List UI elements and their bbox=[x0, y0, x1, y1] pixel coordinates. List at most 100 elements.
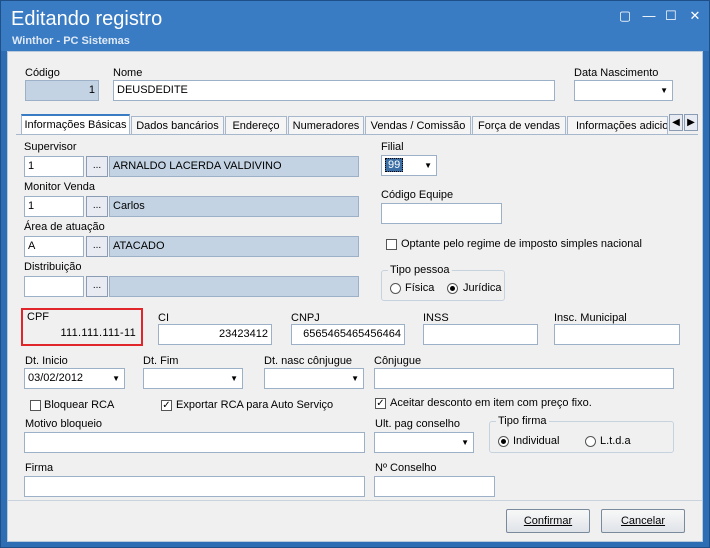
filial-label: Filial bbox=[381, 141, 404, 153]
individual-radio[interactable] bbox=[498, 436, 509, 447]
codigo-label: Código bbox=[25, 67, 60, 79]
conjugue-field[interactable] bbox=[374, 368, 674, 389]
supervisor-lookup-button[interactable]: ... bbox=[86, 156, 108, 177]
dialog-window: Editando registro Winthor - PC Sistemas … bbox=[0, 0, 710, 548]
dt-fim-picker[interactable]: ▼ bbox=[143, 368, 243, 389]
supervisor-code-field[interactable]: 1 bbox=[24, 156, 84, 177]
cpf-label: CPF bbox=[27, 311, 49, 323]
supervisor-name-field: ARNALDO LACERDA VALDIVINO bbox=[109, 156, 359, 177]
tab-scroll-right-icon[interactable]: ▶ bbox=[684, 114, 698, 131]
distribuicao-lookup-button[interactable]: ... bbox=[86, 276, 108, 297]
dt-inicio-value: 03/02/2012 bbox=[28, 372, 84, 384]
area-code-field[interactable]: A bbox=[24, 236, 84, 257]
exportar-rca-checkbox[interactable]: ✓ bbox=[161, 400, 172, 411]
codigo-field[interactable]: 1 bbox=[25, 80, 99, 101]
restore-icon[interactable]: ▢ bbox=[617, 9, 633, 23]
bloquear-rca-label: Bloquear RCA bbox=[44, 399, 115, 411]
dt-inicio-label: Dt. Inicio bbox=[25, 355, 68, 367]
distribuicao-label: Distribuição bbox=[24, 261, 82, 273]
codigo-equipe-label: Código Equipe bbox=[381, 189, 454, 201]
dialog-body: Código 1 Nome DEUSDEDITE Data Nascimento… bbox=[7, 51, 703, 542]
monitor-name-field: Carlos bbox=[109, 196, 359, 217]
tab-endereco[interactable]: Endereço bbox=[225, 116, 287, 136]
footer-divider bbox=[8, 500, 702, 501]
tipo-pessoa-label: Tipo pessoa bbox=[388, 264, 452, 276]
ci-field[interactable]: 23423412 bbox=[158, 324, 272, 345]
minimize-icon[interactable]: — bbox=[641, 9, 657, 23]
distribuicao-name-field bbox=[109, 276, 359, 297]
juridica-radio[interactable] bbox=[447, 283, 458, 294]
data-nascimento-label: Data Nascimento bbox=[574, 67, 659, 79]
monitor-venda-label: Monitor Venda bbox=[24, 181, 95, 193]
cnpj-field[interactable]: 6565465465456464 bbox=[291, 324, 405, 345]
cnpj-label: CNPJ bbox=[291, 312, 320, 324]
confirmar-button-label: Confirmar bbox=[523, 515, 573, 527]
individual-label: Individual bbox=[513, 435, 560, 447]
tipo-firma-label: Tipo firma bbox=[496, 415, 549, 427]
motivo-bloqueio-label: Motivo bloqueio bbox=[25, 418, 103, 430]
monitor-lookup-button[interactable]: ... bbox=[86, 196, 108, 217]
area-atuacao-label: Área de atuação bbox=[24, 221, 105, 233]
chevron-down-icon: ▼ bbox=[461, 438, 469, 447]
area-lookup-button[interactable]: ... bbox=[86, 236, 108, 257]
bloquear-rca-checkbox[interactable] bbox=[30, 400, 41, 411]
firma-label: Firma bbox=[25, 462, 54, 474]
cancelar-button-label: Cancelar bbox=[620, 515, 666, 527]
n-conselho-label: Nº Conselho bbox=[375, 462, 437, 474]
juridica-label: Jurídica bbox=[463, 282, 502, 294]
dt-nasc-conjugue-label: Dt. nasc cônjugue bbox=[264, 355, 353, 367]
optante-label: Optante pelo regime de imposto simples n… bbox=[401, 238, 642, 250]
chevron-down-icon: ▼ bbox=[351, 374, 359, 383]
aceitar-desconto-label: Aceitar desconto em item com preço fixo. bbox=[390, 397, 592, 409]
codigo-equipe-field[interactable] bbox=[381, 203, 502, 224]
insc-municipal-label: Insc. Municipal bbox=[554, 312, 627, 324]
fisica-radio[interactable] bbox=[390, 283, 401, 294]
dt-inicio-picker[interactable]: 03/02/2012 ▼ bbox=[24, 368, 125, 389]
ltda-label: L.t.d.a bbox=[600, 435, 631, 447]
insc-municipal-field[interactable] bbox=[554, 324, 680, 345]
tab-forca-de-vendas[interactable]: Força de vendas bbox=[472, 116, 566, 136]
confirmar-button[interactable]: Confirmar bbox=[506, 509, 590, 533]
data-nascimento-picker[interactable]: ▼ bbox=[574, 80, 673, 101]
window-subtitle: Winthor - PC Sistemas bbox=[12, 35, 130, 47]
dt-fim-label: Dt. Fim bbox=[143, 355, 179, 367]
conjugue-label: Cônjugue bbox=[374, 355, 422, 367]
title-bar: Editando registro Winthor - PC Sistemas … bbox=[1, 1, 709, 51]
monitor-code-field[interactable]: 1 bbox=[24, 196, 84, 217]
exportar-rca-label: Exportar RCA para Auto Serviço bbox=[176, 399, 334, 411]
window-title: Editando registro bbox=[11, 8, 163, 30]
cancelar-button[interactable]: Cancelar bbox=[601, 509, 685, 533]
motivo-bloqueio-field[interactable] bbox=[24, 432, 365, 453]
n-conselho-field[interactable] bbox=[374, 476, 495, 497]
nome-label: Nome bbox=[113, 67, 143, 79]
firma-field[interactable] bbox=[24, 476, 365, 497]
close-icon[interactable]: ✕ bbox=[687, 9, 703, 23]
maximize-icon[interactable]: ☐ bbox=[663, 9, 679, 23]
supervisor-label: Supervisor bbox=[24, 141, 77, 153]
chevron-down-icon: ▼ bbox=[112, 374, 120, 383]
inss-label: INSS bbox=[423, 312, 449, 324]
dt-nasc-conjugue-picker[interactable]: ▼ bbox=[264, 368, 364, 389]
ult-pag-conselho-picker[interactable]: ▼ bbox=[374, 432, 474, 453]
tab-vendas-comissao[interactable]: Vendas / Comissão bbox=[365, 116, 471, 136]
ci-label: CI bbox=[158, 312, 169, 324]
cpf-field[interactable]: 111.111.111-11 bbox=[27, 324, 139, 345]
inss-field[interactable] bbox=[423, 324, 538, 345]
chevron-down-icon: ▼ bbox=[424, 161, 432, 170]
filial-select[interactable]: 99 ▼ bbox=[381, 155, 437, 176]
fisica-label: Física bbox=[405, 282, 435, 294]
aceitar-desconto-checkbox[interactable]: ✓ bbox=[375, 398, 386, 409]
tab-informacoes-adicionais[interactable]: Informações adicio bbox=[567, 116, 668, 136]
ult-pag-conselho-label: Ult. pag conselho bbox=[375, 418, 460, 430]
area-name-field: ATACADO bbox=[109, 236, 359, 257]
chevron-down-icon: ▼ bbox=[230, 374, 238, 383]
optante-checkbox[interactable] bbox=[386, 239, 397, 250]
tab-dados-bancarios[interactable]: Dados bancários bbox=[131, 116, 224, 136]
chevron-down-icon: ▼ bbox=[660, 86, 668, 95]
filial-value: 99 bbox=[385, 158, 404, 172]
distribuicao-code-field[interactable] bbox=[24, 276, 84, 297]
tab-numeradores[interactable]: Numeradores bbox=[288, 116, 364, 136]
ltda-radio[interactable] bbox=[585, 436, 596, 447]
nome-field[interactable]: DEUSDEDITE bbox=[113, 80, 555, 101]
tab-scroll-left-icon[interactable]: ◀ bbox=[669, 114, 683, 131]
